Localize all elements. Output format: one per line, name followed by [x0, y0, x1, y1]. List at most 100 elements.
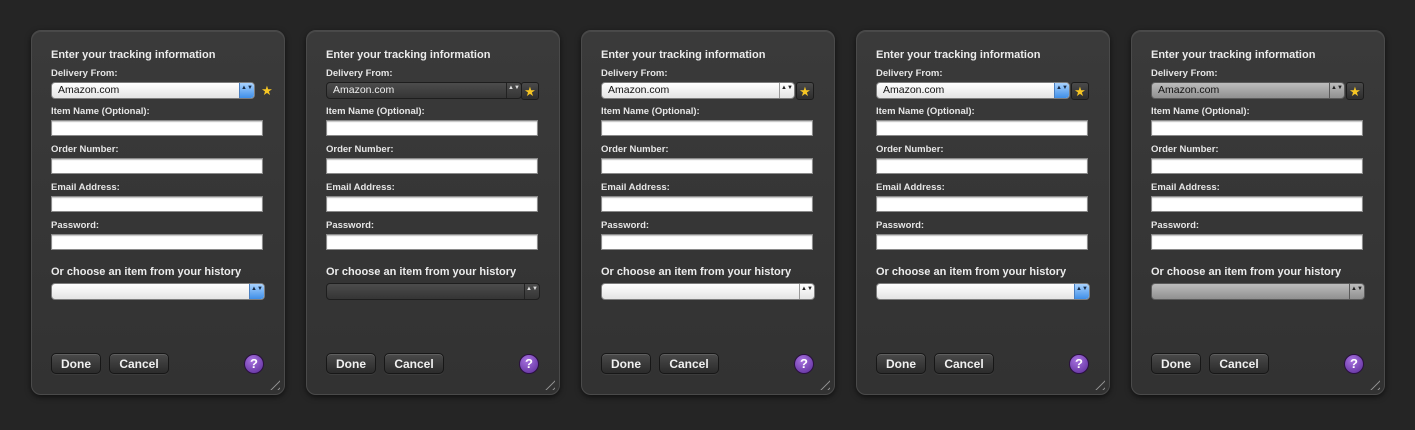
help-icon[interactable]: ?	[244, 354, 264, 374]
tracking-panel-graphite: Enter your tracking information Delivery…	[581, 30, 835, 395]
history-label: Or choose an item from your history	[601, 266, 792, 278]
history-select[interactable]: ▲▼	[601, 283, 815, 300]
star-icon[interactable]: ★	[1071, 82, 1089, 100]
panel-title: Enter your tracking information	[51, 49, 216, 61]
cancel-button[interactable]: Cancel	[934, 353, 994, 374]
item-name-label: Item Name (Optional):	[601, 106, 700, 117]
delivery-from-select[interactable]: Amazon.com ▲▼	[326, 82, 522, 99]
password-label: Password:	[51, 220, 100, 231]
email-input[interactable]	[51, 196, 263, 212]
tracking-panel-aqua-boxed: Enter your tracking information Delivery…	[856, 30, 1110, 395]
panel-title: Enter your tracking information	[876, 49, 1041, 61]
done-button[interactable]: Done	[1151, 353, 1201, 374]
panel-title: Enter your tracking information	[601, 49, 766, 61]
delivery-from-label: Delivery From:	[51, 68, 118, 79]
select-arrows-icon: ▲▼	[1349, 284, 1364, 299]
delivery-from-select[interactable]: Amazon.com ▲▼	[876, 82, 1070, 99]
cancel-button[interactable]: Cancel	[659, 353, 719, 374]
order-number-input[interactable]	[1151, 158, 1363, 174]
resize-grip-icon[interactable]	[541, 376, 555, 390]
password-input[interactable]	[1151, 234, 1363, 250]
order-number-input[interactable]	[326, 158, 538, 174]
star-icon[interactable]: ★	[1346, 82, 1364, 100]
delivery-from-label: Delivery From:	[601, 68, 668, 79]
select-arrows-icon: ▲▼	[1054, 83, 1069, 98]
email-input[interactable]	[326, 196, 538, 212]
done-button[interactable]: Done	[326, 353, 376, 374]
panel-title: Enter your tracking information	[326, 49, 491, 61]
item-name-input[interactable]	[51, 120, 263, 136]
select-arrows-icon: ▲▼	[799, 284, 814, 299]
done-button[interactable]: Done	[601, 353, 651, 374]
help-icon[interactable]: ?	[519, 354, 539, 374]
password-input[interactable]	[876, 234, 1088, 250]
done-button[interactable]: Done	[51, 353, 101, 374]
password-label: Password:	[601, 220, 650, 231]
delivery-from-value: Amazon.com	[1158, 84, 1220, 96]
order-number-label: Order Number:	[51, 144, 119, 155]
select-arrows-icon: ▲▼	[1329, 83, 1344, 98]
history-label: Or choose an item from your history	[51, 266, 242, 278]
email-label: Email Address:	[326, 182, 395, 193]
history-label: Or choose an item from your history	[1151, 266, 1342, 278]
delivery-from-label: Delivery From:	[876, 68, 943, 79]
delivery-from-label: Delivery From:	[1151, 68, 1218, 79]
email-label: Email Address:	[1151, 182, 1220, 193]
select-arrows-icon: ▲▼	[779, 83, 794, 98]
resize-grip-icon[interactable]	[816, 376, 830, 390]
help-icon[interactable]: ?	[1344, 354, 1364, 374]
select-arrows-icon: ▲▼	[506, 83, 521, 98]
delivery-from-select[interactable]: Amazon.com ▲▼	[1151, 82, 1345, 99]
password-label: Password:	[1151, 220, 1200, 231]
order-number-label: Order Number:	[876, 144, 944, 155]
select-arrows-icon: ▲▼	[249, 284, 264, 299]
cancel-button[interactable]: Cancel	[384, 353, 444, 374]
done-button[interactable]: Done	[876, 353, 926, 374]
email-input[interactable]	[1151, 196, 1363, 212]
history-label: Or choose an item from your history	[876, 266, 1067, 278]
help-icon[interactable]: ?	[1069, 354, 1089, 374]
item-name-input[interactable]	[601, 120, 813, 136]
resize-grip-icon[interactable]	[266, 376, 280, 390]
delivery-from-label: Delivery From:	[326, 68, 393, 79]
star-icon[interactable]: ★	[521, 82, 539, 100]
help-icon[interactable]: ?	[794, 354, 814, 374]
delivery-from-value: Amazon.com	[608, 84, 670, 96]
panels-container: Enter your tracking information Delivery…	[0, 0, 1415, 430]
select-arrows-icon: ▲▼	[239, 83, 254, 98]
order-number-label: Order Number:	[601, 144, 669, 155]
password-input[interactable]	[601, 234, 813, 250]
item-name-input[interactable]	[326, 120, 538, 136]
star-icon[interactable]: ★	[796, 82, 814, 100]
delivery-from-value: Amazon.com	[333, 84, 395, 96]
password-input[interactable]	[326, 234, 538, 250]
panel-title: Enter your tracking information	[1151, 49, 1316, 61]
history-select[interactable]: ▲▼	[1151, 283, 1365, 300]
email-input[interactable]	[876, 196, 1088, 212]
password-input[interactable]	[51, 234, 263, 250]
tracking-panel-dark: Enter your tracking information Delivery…	[306, 30, 560, 395]
item-name-input[interactable]	[1151, 120, 1363, 136]
order-number-input[interactable]	[601, 158, 813, 174]
item-name-label: Item Name (Optional):	[326, 106, 425, 117]
select-arrows-icon: ▲▼	[524, 284, 539, 299]
star-icon[interactable]: ★	[258, 82, 276, 100]
item-name-input[interactable]	[876, 120, 1088, 136]
resize-grip-icon[interactable]	[1091, 376, 1105, 390]
history-select[interactable]: ▲▼	[326, 283, 540, 300]
delivery-from-select[interactable]: Amazon.com ▲▼	[601, 82, 795, 99]
email-label: Email Address:	[51, 182, 120, 193]
order-number-input[interactable]	[51, 158, 263, 174]
item-name-label: Item Name (Optional):	[51, 106, 150, 117]
tracking-panel-gray: Enter your tracking information Delivery…	[1131, 30, 1385, 395]
delivery-from-value: Amazon.com	[883, 84, 945, 96]
email-input[interactable]	[601, 196, 813, 212]
order-number-input[interactable]	[876, 158, 1088, 174]
delivery-from-select[interactable]: Amazon.com ▲▼	[51, 82, 255, 99]
resize-grip-icon[interactable]	[1366, 376, 1380, 390]
cancel-button[interactable]: Cancel	[1209, 353, 1269, 374]
cancel-button[interactable]: Cancel	[109, 353, 169, 374]
history-select[interactable]: ▲▼	[876, 283, 1090, 300]
history-select[interactable]: ▲▼	[51, 283, 265, 300]
order-number-label: Order Number:	[1151, 144, 1219, 155]
